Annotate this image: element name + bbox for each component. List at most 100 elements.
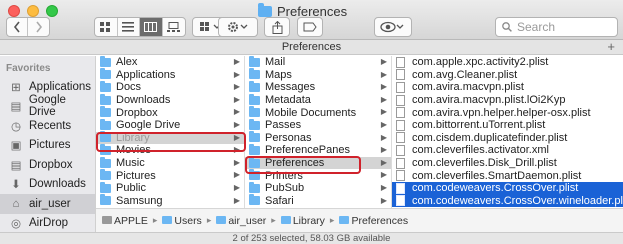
path-bar: APPLE ▸ Users ▸ air_user ▸ Library ▸ Preferences [96, 208, 623, 232]
column-view-button[interactable] [140, 18, 163, 36]
column3-item[interactable]: com.cisdem.duplicatefinder.plist [392, 132, 623, 145]
column2-item[interactable]: Mobile Documents ▶ [245, 106, 391, 119]
column2-item[interactable]: Maps ▶ [245, 68, 391, 82]
folder-icon [249, 56, 260, 67]
column2-item[interactable]: Metadata ▶ [245, 93, 391, 107]
view-mode-selector [94, 17, 186, 37]
share-button[interactable] [264, 17, 290, 37]
column3-item[interactable]: com.cleverfiles.SmartDaemon.plist [392, 169, 623, 182]
column2-item[interactable]: Mail ▶ [245, 56, 391, 69]
disclosure-arrow-icon: ▶ [380, 182, 387, 192]
column2-item[interactable]: Messages ▶ [245, 80, 391, 94]
path-segment[interactable]: APPLE [102, 215, 148, 227]
column1-item[interactable]: Pictures ▶ [96, 169, 244, 182]
quick-look-button[interactable] [374, 17, 412, 37]
column1-item[interactable]: Dropbox ▶ [96, 106, 244, 119]
file-icon [396, 170, 405, 182]
column3-item[interactable]: com.avira.macvpn.plist [392, 81, 623, 94]
sidebar-item-google-drive[interactable]: ▤ Google Drive [0, 94, 95, 119]
sidebar-item-label: Google Drive [28, 94, 66, 119]
eye-icon [380, 21, 404, 33]
disclosure-arrow-icon: ▶ [233, 119, 240, 129]
path-segment[interactable]: air_user [216, 215, 266, 227]
folder-icon [100, 93, 111, 105]
column3-item[interactable]: com.avg.Cleaner.plist [392, 69, 623, 82]
folder-icon [100, 80, 111, 92]
column1-item[interactable]: Downloads ▶ [96, 93, 244, 107]
column2-item[interactable]: Safari ▶ [245, 194, 391, 208]
column3-item[interactable]: com.avira.vpn.helper.helper-osx.plist [392, 106, 623, 119]
path-segment[interactable]: Library [280, 215, 325, 227]
recents-icon: ◷ [10, 120, 22, 133]
column3-item[interactable]: com.cleverfiles.Disk_Drill.plist [392, 157, 623, 170]
search-field[interactable]: Search [495, 17, 618, 37]
columns-icon [144, 22, 158, 32]
file-icon [396, 195, 405, 207]
column3-item[interactable]: com.codeweavers.CrossOver.wineloader.pli… [392, 194, 623, 208]
minimize-window-button[interactable] [27, 5, 39, 17]
tag-button[interactable] [297, 17, 323, 37]
column1-item[interactable]: Music ▶ [96, 156, 244, 170]
column1-item[interactable]: Alex ▶ [96, 56, 244, 69]
column2-item[interactable]: Personas ▶ [245, 131, 391, 145]
zoom-window-button[interactable] [46, 5, 58, 17]
column1-item[interactable]: Applications ▶ [96, 68, 244, 82]
column1-item[interactable]: Docs ▶ [96, 80, 244, 94]
sidebar-item-dropbox[interactable]: ▤ Dropbox [0, 155, 95, 175]
sidebar-item-downloads[interactable]: ⬇ Downloads [0, 175, 95, 195]
forward-button[interactable] [28, 18, 49, 36]
sidebar-item-airdrop[interactable]: ◎ AirDrop [0, 214, 95, 234]
column1-item[interactable]: Public ▶ [96, 181, 244, 195]
column2-item[interactable]: Passes ▶ [245, 118, 391, 132]
disclosure-arrow-icon: ▶ [380, 107, 387, 117]
sidebar-item-air-user[interactable]: ⌂ air_user [0, 194, 95, 214]
sidebar-item-pictures[interactable]: ▣ Pictures [0, 136, 95, 156]
column2-item-label: Messages [265, 81, 316, 94]
gallery-icon [167, 22, 181, 32]
disclosure-arrow-icon: ▶ [233, 69, 240, 79]
sidebar-heading: Favorites [6, 63, 51, 74]
new-tab-plus-icon[interactable]: + [607, 40, 615, 54]
column1-item-label: Applications [116, 68, 176, 81]
column1-item[interactable]: Movies ▶ [96, 143, 244, 157]
folder-icon [249, 68, 260, 80]
column1-item-label: Music [116, 157, 145, 170]
home-icon: ⌂ [12, 197, 20, 210]
applications-icon: ⊞ [11, 81, 21, 94]
disclosure-arrow-icon: ▶ [233, 132, 240, 142]
close-window-button[interactable] [8, 5, 20, 17]
path-segment-label: air_user [228, 214, 267, 227]
sidebar-item-recents[interactable]: ◷ Recents [0, 116, 95, 136]
column3-item[interactable]: com.apple.xpc.activity2.plist [392, 56, 623, 69]
column1-item-label: Google Drive [116, 119, 181, 132]
column2-item[interactable]: PreferencePanes ▶ [245, 143, 391, 157]
back-button[interactable] [7, 18, 29, 36]
folder-icon [100, 169, 111, 181]
path-segment[interactable]: Preferences [339, 215, 408, 227]
chevron-right-icon [35, 21, 42, 33]
column2-item[interactable]: Printers ▶ [245, 169, 391, 182]
folder-icon [162, 215, 173, 224]
column2-item[interactable]: PubSub ▶ [245, 181, 391, 195]
path-segment[interactable]: Users [162, 215, 202, 227]
file-icon [396, 94, 405, 106]
column3-item[interactable]: com.cleverfiles.activator.xml [392, 144, 623, 157]
column1-item[interactable]: Library ▶ [96, 131, 244, 145]
file-icon [396, 144, 405, 156]
column2-item-label: PreferencePanes [265, 144, 350, 157]
action-menu-button[interactable] [218, 17, 258, 37]
column2-item[interactable]: Preferences ▶ [245, 156, 391, 170]
icon-view-button[interactable] [95, 18, 118, 36]
disclosure-arrow-icon: ▶ [233, 157, 240, 167]
column3-item-label: com.avg.Cleaner.plist [412, 68, 518, 81]
list-view-button[interactable] [118, 18, 140, 36]
column1-item[interactable]: Samsung ▶ [96, 194, 244, 208]
column3-item[interactable]: com.codeweavers.CrossOver.plist [392, 181, 623, 195]
gallery-view-button[interactable] [163, 18, 185, 36]
disclosure-arrow-icon: ▶ [380, 132, 387, 142]
column1-item[interactable]: Google Drive ▶ [96, 118, 244, 132]
column3-item[interactable]: com.avira.macvpn.plist.lOi2Kyp [392, 94, 623, 107]
column3-item[interactable]: com.bittorrent.uTorrent.plist [392, 119, 623, 132]
path-separator-icon: ▸ [329, 215, 335, 225]
sidebar-item-label: Dropbox [29, 158, 73, 171]
